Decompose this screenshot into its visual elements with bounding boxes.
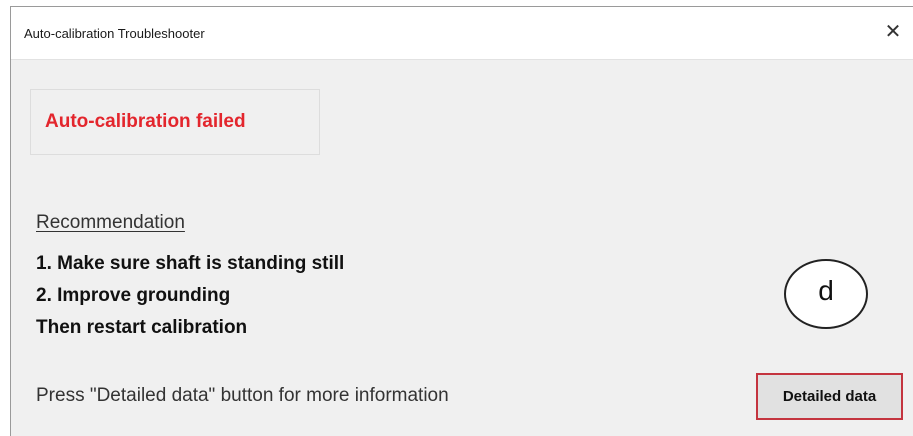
detailed-data-button[interactable]: Detailed data [756, 373, 903, 420]
status-message: Auto-calibration failed [45, 111, 246, 132]
recommendation-line: 1. Make sure shaft is standing still [36, 253, 345, 274]
recommendation-line: 2. Improve grounding [36, 285, 231, 306]
close-button[interactable]: ✕ [879, 17, 907, 47]
close-icon: ✕ [884, 21, 902, 43]
annotation-marker: d [784, 259, 868, 329]
status-panel: Auto-calibration failed [30, 89, 320, 155]
info-text: Press "Detailed data" button for more in… [36, 385, 449, 406]
troubleshooter-dialog: Auto-calibration Troubleshooter ✕ Auto-c… [10, 6, 913, 436]
recommendation-heading: Recommendation [36, 212, 185, 233]
title-bar: Auto-calibration Troubleshooter ✕ [11, 7, 913, 60]
window-title: Auto-calibration Troubleshooter [24, 26, 205, 41]
annotation-label: d [818, 275, 834, 306]
recommendation-line: Then restart calibration [36, 317, 248, 338]
